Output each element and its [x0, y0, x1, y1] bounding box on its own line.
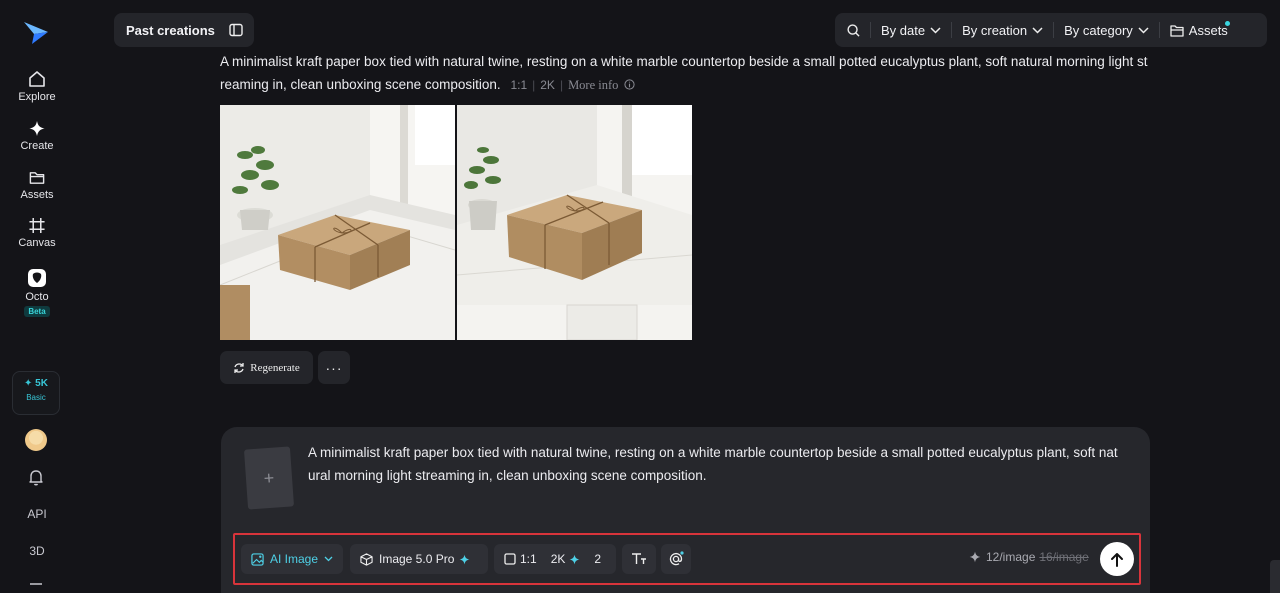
sidebar-item-label: Explore — [18, 91, 56, 103]
assets-button[interactable]: Assets — [1160, 13, 1238, 47]
resolution-value: 2K — [550, 552, 566, 566]
sidebar-item-assets[interactable]: Assets — [0, 169, 74, 201]
sidebar-item-label: Octo — [25, 291, 49, 303]
home-icon — [29, 71, 45, 87]
sidebar-item-create[interactable]: Create — [0, 120, 74, 152]
mode-label: AI Image — [270, 552, 319, 566]
avatar[interactable] — [25, 429, 47, 451]
text-style-button[interactable] — [622, 544, 656, 574]
ratio-label: 1:1 — [510, 78, 528, 92]
sidebar-item-label: Assets — [20, 189, 54, 201]
sidebar: Explore Create Assets Canvas Octo Beta ✦… — [0, 0, 74, 593]
scrollbar[interactable] — [1270, 560, 1280, 593]
sparkle-icon — [969, 551, 981, 563]
search-icon — [847, 23, 860, 37]
notification-dot — [1224, 21, 1230, 26]
sidebar-item-explore[interactable]: Explore — [0, 70, 74, 103]
kraft-box-image — [457, 105, 692, 340]
sidebar-item-label: Canvas — [18, 237, 56, 249]
by-category-dropdown[interactable]: By category — [1054, 13, 1159, 47]
by-date-label: By date — [881, 22, 926, 38]
3d-link[interactable]: 3D — [0, 544, 74, 558]
sidebar-item-octo[interactable]: Octo Beta — [0, 268, 74, 317]
generated-image-2[interactable] — [457, 105, 692, 340]
assets-label: Assets — [1188, 22, 1228, 38]
past-creations-button[interactable]: Past creations — [114, 13, 254, 47]
original-price: 16/image — [1039, 550, 1089, 564]
creation-meta: 1:1 | 2K | More info — [510, 78, 635, 92]
sidebar-item-canvas[interactable]: Canvas — [0, 217, 74, 249]
price-value: 12/image — [986, 550, 1036, 564]
arrow-up-icon — [1111, 552, 1123, 567]
sidebar-panel-icon[interactable] — [229, 23, 243, 37]
sparkle-icon — [29, 120, 45, 137]
chevron-down-icon — [1138, 26, 1149, 34]
chevron-down-icon — [930, 26, 941, 34]
count-value: 2 — [594, 552, 602, 566]
cube-icon — [360, 552, 373, 566]
sparkle-icon — [459, 554, 470, 564]
bell-icon[interactable] — [28, 469, 44, 486]
ratio-value: 1:1 — [520, 552, 537, 566]
plus-icon: + — [263, 467, 275, 488]
folder-icon — [29, 172, 45, 184]
more-options-button[interactable]: ··· — [318, 351, 350, 384]
chevron-down-icon — [324, 556, 333, 562]
by-category-label: By category — [1064, 22, 1133, 38]
regenerate-button[interactable]: Regenerate — [220, 351, 313, 384]
filter-toolbar: By date By creation By category Assets — [835, 13, 1267, 47]
generated-images — [220, 105, 692, 340]
chevron-down-icon — [1032, 26, 1043, 34]
more-options-label: ··· — [325, 359, 343, 376]
resolution-label: 2K — [540, 78, 555, 92]
refresh-icon — [234, 362, 244, 373]
api-link[interactable]: API — [0, 507, 74, 521]
add-reference-image-button[interactable]: + — [243, 446, 295, 510]
canvas-icon — [29, 217, 45, 234]
credits-badge[interactable]: ✦ 5K Basic — [12, 371, 60, 415]
model-selector[interactable]: Image 5.0 Pro — [350, 544, 488, 574]
generated-image-1[interactable] — [220, 105, 455, 340]
ai-image-icon — [251, 552, 264, 566]
mention-button[interactable] — [661, 544, 691, 574]
kraft-box-image — [220, 105, 455, 340]
app-logo-icon[interactable] — [22, 20, 50, 46]
mode-selector[interactable]: AI Image — [241, 544, 343, 574]
text-icon — [632, 553, 646, 564]
at-icon — [669, 551, 684, 566]
regenerate-label: Regenerate — [250, 361, 300, 374]
prompt-input[interactable]: A minimalist kraft paper box tied with n… — [308, 441, 1136, 487]
creation-prompt: A minimalist kraft paper box tied with n… — [220, 50, 1165, 97]
plan-label: Basic — [26, 393, 46, 402]
search-button[interactable] — [835, 13, 870, 47]
folder-icon — [1170, 24, 1184, 37]
sparkle-icon — [569, 554, 580, 564]
info-icon[interactable] — [624, 79, 635, 90]
prompt-text: A minimalist kraft paper box tied with n… — [220, 54, 1148, 92]
beta-badge: Beta — [24, 306, 50, 317]
by-creation-label: By creation — [962, 22, 1028, 38]
output-settings[interactable]: 1:1 2K 2 — [494, 544, 616, 574]
by-date-dropdown[interactable]: By date — [871, 13, 951, 47]
credits-amount: ✦ 5K — [24, 378, 48, 389]
model-label: Image 5.0 Pro — [379, 552, 455, 566]
more-info-link[interactable]: More info — [568, 78, 618, 92]
by-creation-dropdown[interactable]: By creation — [952, 13, 1053, 47]
price-info: 12/image 16/image — [969, 550, 1089, 564]
aspect-ratio-icon — [504, 553, 516, 565]
menu-icon[interactable] — [29, 582, 43, 593]
send-button[interactable] — [1100, 542, 1134, 576]
sidebar-item-label: Create — [20, 140, 54, 152]
octo-icon — [28, 269, 46, 287]
past-creations-label: Past creations — [126, 22, 215, 38]
